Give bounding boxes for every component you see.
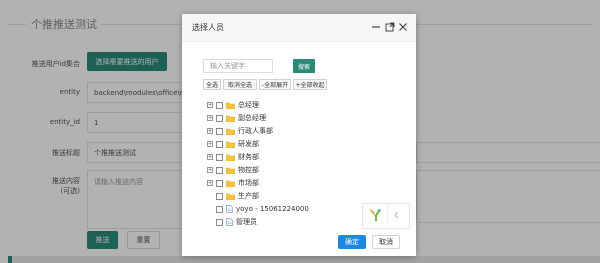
expand-toggle-icon[interactable]: + xyxy=(207,128,213,134)
close-icon[interactable] xyxy=(398,22,408,32)
tree-node-label[interactable]: 物控部 xyxy=(238,165,259,175)
expand-toggle-icon[interactable]: + xyxy=(207,167,213,173)
tree-node[interactable]: + 物控部 xyxy=(207,164,259,176)
tree-node-checkbox[interactable] xyxy=(216,153,223,161)
expand-toggle-icon[interactable]: + xyxy=(207,180,213,186)
file-icon xyxy=(226,205,233,213)
tree-node-label[interactable]: 财务部 xyxy=(238,152,259,162)
tree-node[interactable]: 生产部 xyxy=(207,190,259,202)
folder-icon xyxy=(226,115,235,122)
tree-node[interactable]: yoyo - 15061224000 xyxy=(207,203,309,215)
tree-node[interactable]: + 总经理 xyxy=(207,99,259,111)
maximize-icon[interactable] xyxy=(385,22,395,32)
tree-node-label[interactable]: 总经理 xyxy=(238,100,259,110)
tree-node-checkbox[interactable] xyxy=(216,218,223,226)
select-all-button[interactable]: 全选 xyxy=(203,79,221,90)
file-icon xyxy=(226,218,233,226)
search-button[interactable]: 搜索 xyxy=(293,59,315,73)
expand-toggle-icon[interactable]: + xyxy=(207,102,213,108)
search-input[interactable]: 输入关键字 xyxy=(203,59,273,73)
widget-divider xyxy=(387,204,388,226)
tree-node[interactable]: + 财务部 xyxy=(207,151,259,163)
modal-title: 选择人员 xyxy=(192,23,224,32)
tree-node-label[interactable]: 行政人事部 xyxy=(238,126,273,136)
yii-logo-icon xyxy=(369,209,381,221)
folder-icon xyxy=(226,193,235,200)
tree-node[interactable]: + 市场部 xyxy=(207,177,259,189)
expand-spacer xyxy=(207,193,213,199)
tree-node-label[interactable]: 生产部 xyxy=(238,191,259,201)
cancel-button[interactable]: 取消 xyxy=(372,235,400,249)
collapse-all-button[interactable]: +全部收起 xyxy=(293,79,327,90)
floating-widget[interactable] xyxy=(362,203,410,229)
chevron-left-icon[interactable] xyxy=(394,211,400,219)
tree-node-checkbox[interactable] xyxy=(216,192,223,200)
minimize-icon[interactable] xyxy=(371,22,381,32)
folder-icon xyxy=(226,128,235,135)
tree-node-label[interactable]: yoyo - 15061224000 xyxy=(236,205,309,213)
tree-node[interactable]: + 研发部 xyxy=(207,138,259,150)
folder-icon xyxy=(226,180,235,187)
confirm-button[interactable]: 确定 xyxy=(338,235,366,249)
tree-node-label[interactable]: 市场部 xyxy=(238,178,259,188)
expand-all-button[interactable]: -全部展开 xyxy=(259,79,291,90)
tree-node-label[interactable]: 管理员 xyxy=(236,217,257,227)
expand-toggle-icon[interactable]: + xyxy=(207,154,213,160)
tree-node-label[interactable]: 副总经理 xyxy=(238,113,266,123)
expand-toggle-icon[interactable]: + xyxy=(207,115,213,121)
deselect-all-button[interactable]: 取消全选 xyxy=(223,79,257,90)
folder-icon xyxy=(226,141,235,148)
tree-node[interactable]: 管理员 xyxy=(207,216,257,228)
folder-icon xyxy=(226,102,235,109)
expand-spacer xyxy=(207,219,213,225)
tree-node-checkbox[interactable] xyxy=(216,179,223,187)
expand-spacer xyxy=(207,206,213,212)
tree-node-checkbox[interactable] xyxy=(216,166,223,174)
tree-node[interactable]: + 副总经理 xyxy=(207,112,266,124)
folder-icon xyxy=(226,154,235,161)
tree-node-checkbox[interactable] xyxy=(216,127,223,135)
select-person-modal: 选择人员 输入关键字 搜索 全选 取消全选 -全部展开 +全部收起 + 总经理 + 副… xyxy=(182,14,416,256)
tree-node-checkbox[interactable] xyxy=(216,205,223,213)
modal-header: 选择人员 xyxy=(182,14,416,42)
tree-node-label[interactable]: 研发部 xyxy=(238,139,259,149)
tree-node[interactable]: + 行政人事部 xyxy=(207,125,273,137)
expand-toggle-icon[interactable]: + xyxy=(207,141,213,147)
folder-icon xyxy=(226,167,235,174)
tree-node-checkbox[interactable] xyxy=(216,101,223,109)
tree-node-checkbox[interactable] xyxy=(216,114,223,122)
tree-node-checkbox[interactable] xyxy=(216,140,223,148)
